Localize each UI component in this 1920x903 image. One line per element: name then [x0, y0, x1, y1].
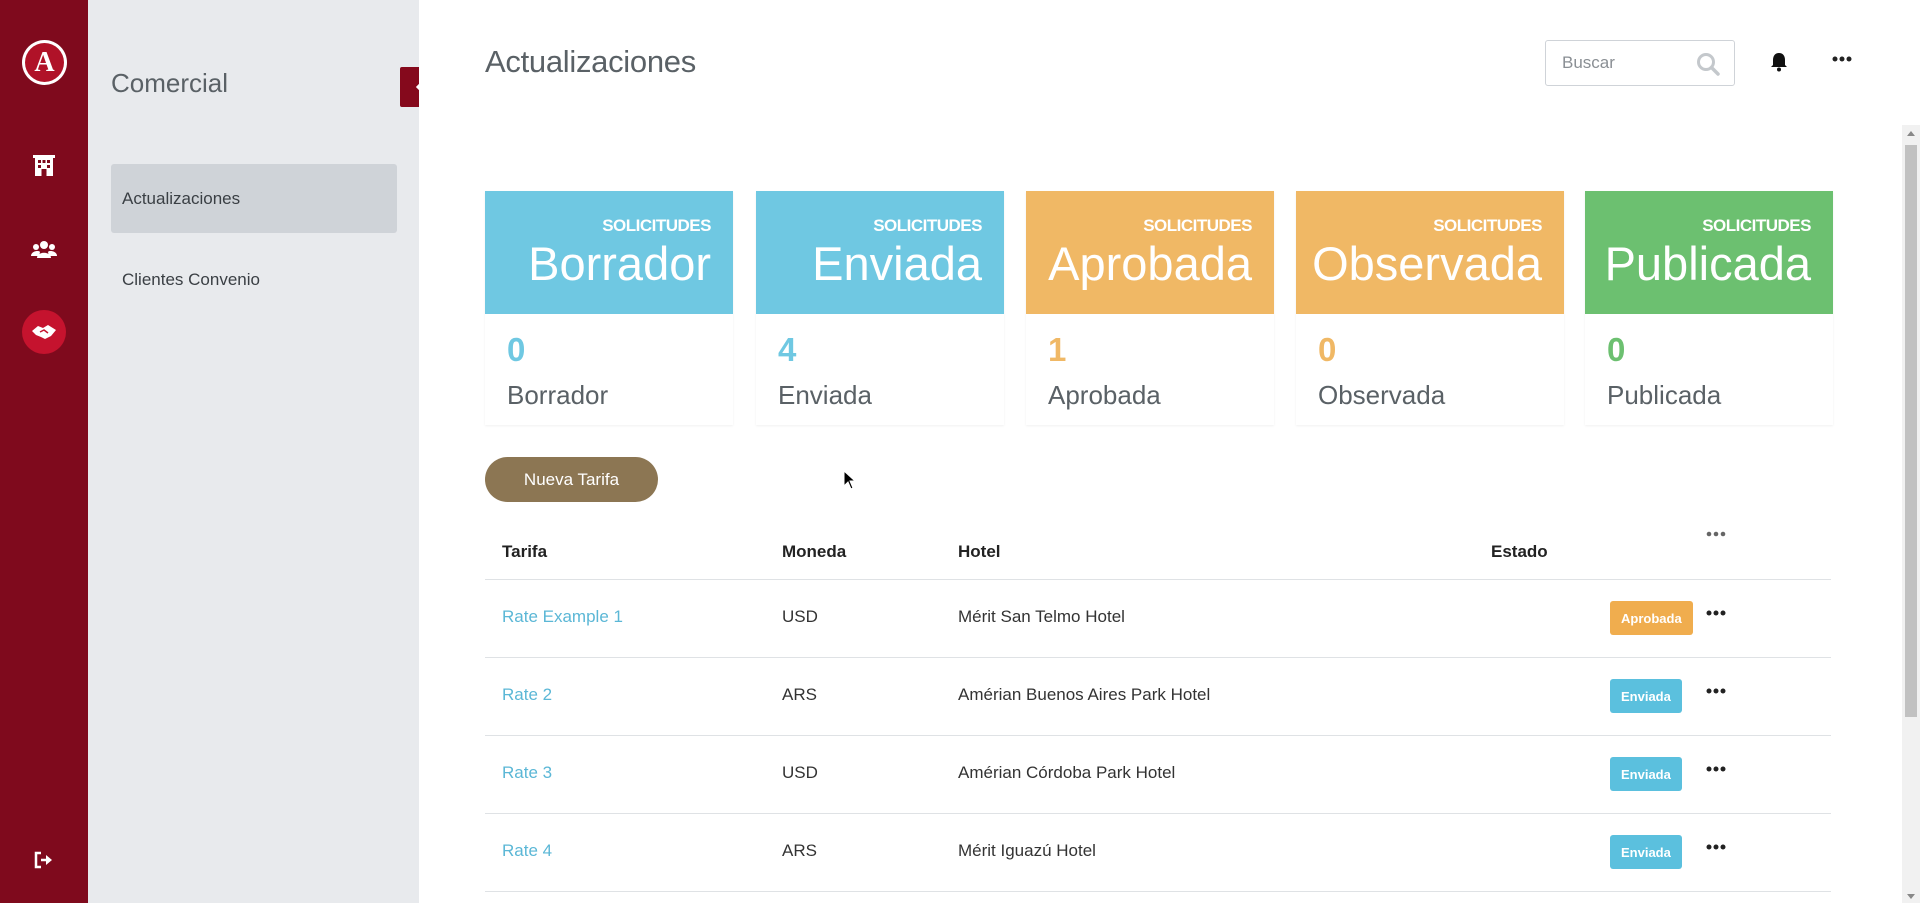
brand-logo[interactable]: A [22, 40, 67, 85]
table-row: Rate 2 ARS Amérian Buenos Aires Park Hot… [485, 658, 1831, 736]
hotel-cell: Mérit San Telmo Hotel [958, 607, 1125, 626]
sidebar: Comercial Actualizaciones Clientes Conve… [88, 0, 441, 903]
stat-card-header: SOLICITUDES Publicada [1585, 191, 1833, 314]
app-rail: A [0, 0, 88, 903]
row-options-icon[interactable] [1706, 610, 1726, 616]
stat-card-label: Borrador [507, 380, 609, 410]
page-title: Actualizaciones [485, 44, 696, 79]
main-content: Actualizaciones SOLICITUDES Borrador 0 B… [419, 0, 1920, 903]
scroll-down-icon[interactable] [1907, 894, 1915, 899]
sidebar-item-actualizaciones[interactable]: Actualizaciones [111, 164, 397, 233]
hotel-cell: Amérian Córdoba Park Hotel [958, 763, 1176, 782]
stat-card-aprobada[interactable]: SOLICITUDES Aprobada 1 Aprobada [1026, 191, 1274, 425]
stat-card-publicada[interactable]: SOLICITUDES Publicada 0 Publicada [1585, 191, 1833, 425]
search-input[interactable] [1562, 53, 1702, 73]
row-options-icon[interactable] [1706, 766, 1726, 772]
stat-card-label: Publicada [1607, 380, 1722, 410]
stat-card-enviada[interactable]: SOLICITUDES Enviada 4 Enviada [756, 191, 1004, 425]
column-options-icon[interactable] [1706, 531, 1726, 537]
stat-card-title: Observada [1312, 237, 1542, 290]
stat-card-borrador[interactable]: SOLICITUDES Borrador 0 Borrador [485, 191, 733, 425]
tarifa-link[interactable]: Rate 4 [502, 841, 552, 861]
hotel-icon[interactable] [28, 150, 60, 182]
search-box [1545, 40, 1735, 86]
stat-card-label: Aprobada [1048, 380, 1161, 410]
status-badge: Enviada [1610, 757, 1682, 791]
moneda-cell: USD [782, 607, 818, 626]
table-row: Rate Example 1 USD Mérit San Telmo Hotel… [485, 580, 1831, 658]
table-row: Rate 4 ARS Mérit Iguazú Hotel Enviada [485, 814, 1831, 892]
table-header: Tarifa Moneda Hotel Estado [485, 525, 1831, 580]
stat-card-overline: SOLICITUDES [1702, 216, 1811, 235]
brand-logo-letter: A [34, 46, 55, 78]
sidebar-title: Comercial [111, 68, 229, 98]
tarifa-link[interactable]: Rate 2 [502, 685, 552, 705]
column-header-tarifa[interactable]: Tarifa [502, 542, 547, 562]
status-badge: Enviada [1610, 679, 1682, 713]
handshake-icon[interactable] [22, 310, 66, 354]
stat-card-header: SOLICITUDES Aprobada [1026, 191, 1274, 314]
search-icon[interactable] [1696, 52, 1720, 76]
moneda-cell: USD [782, 763, 818, 782]
stat-card-title: Borrador [528, 237, 711, 290]
row-options-icon[interactable] [1706, 844, 1726, 850]
stat-card-overline: SOLICITUDES [1143, 216, 1252, 235]
table-row: Rate 3 USD Amérian Córdoba Park Hotel En… [485, 736, 1831, 814]
sidebar-item-label: Clientes Convenio [122, 269, 260, 289]
tarifa-link[interactable]: Rate Example 1 [502, 607, 623, 627]
stat-card-count: 1 [1048, 331, 1067, 368]
stat-card-observada[interactable]: SOLICITUDES Observada 0 Observada [1296, 191, 1564, 425]
stat-card-overline: SOLICITUDES [602, 216, 711, 235]
moneda-cell: ARS [782, 685, 817, 704]
stat-card-overline: SOLICITUDES [873, 216, 982, 235]
column-header-estado[interactable]: Estado [1491, 542, 1548, 562]
stat-card-title: Publicada [1604, 237, 1811, 290]
scroll-up-icon[interactable] [1907, 131, 1915, 136]
sidebar-item-clientes-convenio[interactable]: Clientes Convenio [111, 245, 397, 314]
stat-card-title: Enviada [812, 237, 982, 290]
stat-card-header: SOLICITUDES Borrador [485, 191, 733, 314]
tarifas-table: Tarifa Moneda Hotel Estado Rate Example … [485, 525, 1831, 892]
stat-card-label: Observada [1318, 380, 1446, 410]
more-options-icon[interactable] [1832, 56, 1852, 62]
column-header-moneda[interactable]: Moneda [782, 542, 846, 562]
moneda-cell: ARS [782, 841, 817, 860]
mouse-cursor-icon [843, 470, 857, 490]
hotel-cell: Mérit Iguazú Hotel [958, 841, 1096, 860]
stat-card-title: Aprobada [1048, 237, 1252, 290]
logout-icon[interactable] [28, 844, 60, 876]
stat-card-header: SOLICITUDES Enviada [756, 191, 1004, 314]
stat-card-label: Enviada [778, 380, 872, 410]
hotel-cell: Amérian Buenos Aires Park Hotel [958, 685, 1211, 704]
stat-card-overline: SOLICITUDES [1433, 216, 1542, 235]
column-header-hotel[interactable]: Hotel [958, 542, 1001, 562]
stat-card-count: 0 [1607, 331, 1626, 368]
bell-icon[interactable] [1770, 52, 1788, 72]
row-options-icon[interactable] [1706, 688, 1726, 694]
status-badge: Enviada [1610, 835, 1682, 869]
stat-card-count: 4 [778, 331, 797, 368]
sidebar-item-label: Actualizaciones [122, 188, 241, 208]
stat-card-count: 0 [1318, 331, 1337, 368]
status-badge: Aprobada [1610, 601, 1693, 635]
vertical-scrollbar[interactable] [1902, 125, 1920, 903]
tarifa-link[interactable]: Rate 3 [502, 763, 552, 783]
scrollbar-thumb[interactable] [1905, 145, 1917, 717]
stat-card-count: 0 [507, 331, 526, 368]
users-icon[interactable] [28, 233, 60, 265]
new-tarifa-button[interactable]: Nueva Tarifa [485, 457, 658, 502]
stat-card-header: SOLICITUDES Observada [1296, 191, 1564, 314]
